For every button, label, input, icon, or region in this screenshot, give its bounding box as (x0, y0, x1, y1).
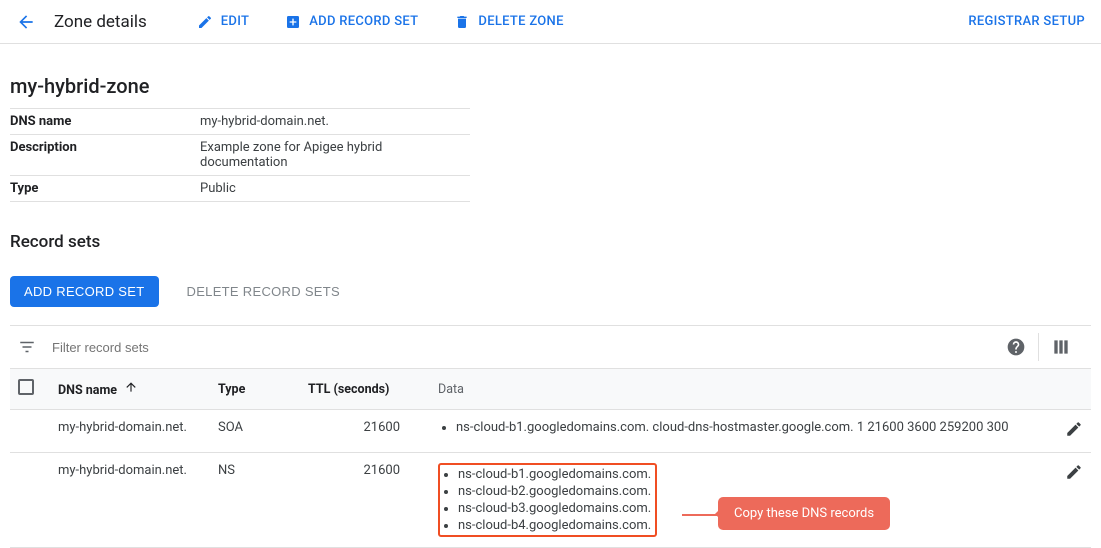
edit-row-icon[interactable] (1065, 420, 1083, 438)
callout-annotation: Copy these DNS records (718, 497, 890, 530)
cell-data: ns-cloud-b1.googledomains.com. ns-cloud-… (430, 453, 1041, 548)
cell-data: ns-cloud-b1.googledomains.com. cloud-dns… (430, 410, 1041, 453)
detail-row-dns-name: DNS name my-hybrid-domain.net. (10, 109, 470, 135)
delete-record-sets-button[interactable]: DELETE RECORD SETS (181, 283, 346, 300)
select-all-checkbox[interactable] (18, 379, 34, 395)
cell-dns-name: my-hybrid-domain.net. (50, 453, 210, 548)
select-all-header (10, 369, 50, 410)
filter-icon[interactable] (18, 338, 36, 356)
detail-label: Description (10, 140, 200, 170)
cell-ttl: 21600 (300, 453, 430, 548)
delete-zone-button[interactable]: DELETE ZONE (454, 14, 563, 30)
table-row: my-hybrid-domain.net. SOA 21600 ns-cloud… (10, 410, 1091, 453)
detail-value: Example zone for Apigee hybrid documenta… (200, 140, 470, 170)
table-row: my-hybrid-domain.net. NS 21600 ns-cloud-… (10, 453, 1091, 548)
pencil-icon (197, 14, 213, 30)
column-actions (1041, 369, 1091, 410)
edit-button[interactable]: EDIT (197, 14, 249, 30)
back-icon[interactable] (16, 12, 36, 32)
cell-ttl: 21600 (300, 410, 430, 453)
data-item: ns-cloud-b3.googledomains.com. (458, 501, 651, 516)
help-icon[interactable] (994, 337, 1038, 357)
add-record-set-button[interactable]: ADD RECORD SET (285, 14, 418, 30)
column-dns-name[interactable]: DNS name (50, 369, 210, 410)
record-sets-heading: Record sets (10, 232, 1091, 252)
add-record-set-primary-button[interactable]: ADD RECORD SET (10, 276, 159, 307)
registrar-setup-button[interactable]: REGISTRAR SETUP (968, 14, 1085, 29)
detail-value: my-hybrid-domain.net. (200, 114, 470, 129)
edit-row-icon[interactable] (1065, 463, 1083, 481)
delete-zone-label: DELETE ZONE (478, 14, 563, 29)
zone-name-heading: my-hybrid-zone (10, 74, 1091, 98)
record-sets-table: DNS name Type TTL (seconds) Data my-hybr… (10, 369, 1091, 548)
detail-label: Type (10, 181, 200, 196)
columns-icon[interactable] (1039, 337, 1083, 357)
data-item: ns-cloud-b2.googledomains.com. (458, 484, 651, 499)
top-bar: Zone details EDIT ADD RECORD SET DELETE … (0, 0, 1101, 44)
filter-input[interactable] (50, 339, 994, 356)
add-record-set-label: ADD RECORD SET (309, 14, 418, 29)
data-item: ns-cloud-b1.googledomains.com. (458, 467, 651, 482)
filter-bar (10, 325, 1091, 369)
detail-row-description: Description Example zone for Apigee hybr… (10, 135, 470, 176)
column-type[interactable]: Type (210, 369, 300, 410)
zone-details-table: DNS name my-hybrid-domain.net. Descripti… (10, 108, 470, 202)
cell-type: NS (210, 453, 300, 548)
edit-label: EDIT (221, 14, 249, 29)
column-label: DNS name (58, 383, 117, 398)
column-data[interactable]: Data (430, 369, 1041, 410)
trash-icon (454, 14, 470, 30)
column-ttl[interactable]: TTL (seconds) (300, 369, 430, 410)
sort-ascending-icon (124, 383, 138, 398)
detail-label: DNS name (10, 114, 200, 129)
page-title: Zone details (54, 12, 147, 32)
detail-value: Public (200, 181, 470, 196)
cell-dns-name: my-hybrid-domain.net. (50, 410, 210, 453)
cell-type: SOA (210, 410, 300, 453)
data-item: ns-cloud-b1.googledomains.com. cloud-dns… (456, 420, 1033, 435)
table-header-row: DNS name Type TTL (seconds) Data (10, 369, 1091, 410)
detail-row-type: Type Public (10, 176, 470, 202)
add-box-icon (285, 14, 301, 30)
